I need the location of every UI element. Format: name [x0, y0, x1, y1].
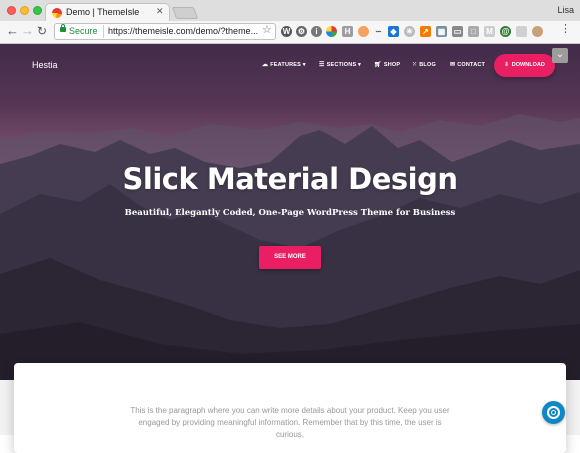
envelope-icon: ✉ [450, 62, 456, 68]
new-tab-button[interactable] [171, 7, 199, 19]
info-icon[interactable]: i [311, 26, 322, 37]
help-lifebuoy-icon[interactable] [542, 401, 565, 424]
gear-icon[interactable]: ⚙ [296, 26, 307, 37]
grid-icon[interactable]: ▦ [436, 26, 447, 37]
sections-icon: ☰ [319, 62, 325, 68]
content-card: This is the paragraph where you can writ… [14, 363, 566, 453]
tab-strip: Demo | ThemeIsle ✕ Lisa [0, 0, 580, 22]
zoom-window-button[interactable] [33, 6, 42, 15]
forward-arrow-icon[interactable]: → [21, 24, 34, 38]
chrome-menu-icon[interactable]: ⋮ [560, 24, 571, 35]
see-more-button[interactable]: SEE MORE [259, 246, 321, 269]
wordpress-icon[interactable]: W [281, 26, 292, 37]
download-button[interactable]: ⇩ DOWNLOAD [494, 54, 555, 77]
site-brand[interactable]: Hestia [32, 60, 58, 70]
content-paragraph: This is the paragraph where you can writ… [130, 406, 450, 439]
nav-features-label: FEATURES [270, 62, 302, 68]
hero-subtitle: Beautiful, Elegantly Coded, One-Page Wor… [124, 208, 456, 218]
nav-blog-label: BLOG [419, 62, 436, 68]
nav-sections[interactable]: ☰ SECTIONS ▾ [319, 61, 361, 68]
minimize-window-button[interactable] [20, 6, 29, 15]
caret-down-icon: ▾ [302, 62, 306, 68]
hero-title: Slick Material Design [122, 162, 459, 196]
address-bar[interactable]: Secure https://themeisle.com/demo/?theme… [54, 23, 276, 40]
caret-down-icon: ▾ [358, 62, 362, 68]
dropbox-icon[interactable]: ◆ [388, 26, 399, 37]
cast-icon[interactable]: ▭ [452, 26, 463, 37]
nav-sections-label: SECTIONS [326, 62, 357, 68]
addon-icon[interactable] [516, 26, 527, 37]
close-window-button[interactable] [7, 6, 16, 15]
profile-name[interactable]: Lisa [557, 5, 574, 15]
nav-features[interactable]: ☁ FEATURES ▾ [262, 61, 306, 68]
back-arrow-icon[interactable]: ← [6, 24, 19, 38]
m-icon[interactable]: M [484, 26, 495, 37]
secure-label: Secure [69, 26, 98, 36]
analytics-icon[interactable]: ↗ [420, 26, 431, 37]
hero-section: Hestia ☁ FEATURES ▾ ☰ SECTIONS ▾ 🛒︎ SHOP ⁙ B… [0, 44, 580, 380]
nav-shop[interactable]: 🛒︎ SHOP [374, 61, 400, 68]
blog-grid-icon: ⁙ [412, 62, 418, 68]
cart-icon: 🛒︎ [374, 62, 382, 68]
url-divider [103, 25, 104, 38]
reload-icon[interactable]: ↻ [37, 24, 47, 38]
squirrel-icon[interactable] [358, 26, 369, 37]
themeisle-favicon-icon [52, 8, 62, 18]
nav-blog[interactable]: ⁙ BLOG [412, 61, 436, 68]
download-icon: ⇩ [504, 62, 509, 68]
chevron-down-icon[interactable]: ⌄ [552, 48, 568, 63]
cloud-icon: ☁ [262, 62, 269, 68]
nav-shop-label: SHOP [383, 62, 401, 68]
download-label: DOWNLOAD [511, 62, 545, 68]
tab-active[interactable]: Demo | ThemeIsle ✕ [45, 3, 170, 22]
swirl-icon[interactable]: @ [500, 26, 511, 37]
tab-close-icon[interactable]: ✕ [156, 6, 164, 17]
lock-icon [60, 24, 66, 32]
avatar-icon[interactable] [532, 26, 543, 37]
settings-icon[interactable]: ✳ [404, 26, 415, 37]
bookmark-star-icon[interactable]: ☆ [262, 23, 272, 36]
curve-icon[interactable]: ∽ [373, 26, 384, 37]
nav-contact[interactable]: ✉ CONTACT [450, 61, 485, 68]
window-icon[interactable]: □ [468, 26, 479, 37]
h-icon[interactable]: H [342, 26, 353, 37]
pinwheel-icon[interactable] [326, 26, 337, 37]
url-text[interactable]: https://themeisle.com/demo/?theme... [108, 26, 258, 36]
tab-title: Demo | ThemeIsle [66, 7, 140, 17]
nav-contact-label: CONTACT [457, 62, 486, 68]
